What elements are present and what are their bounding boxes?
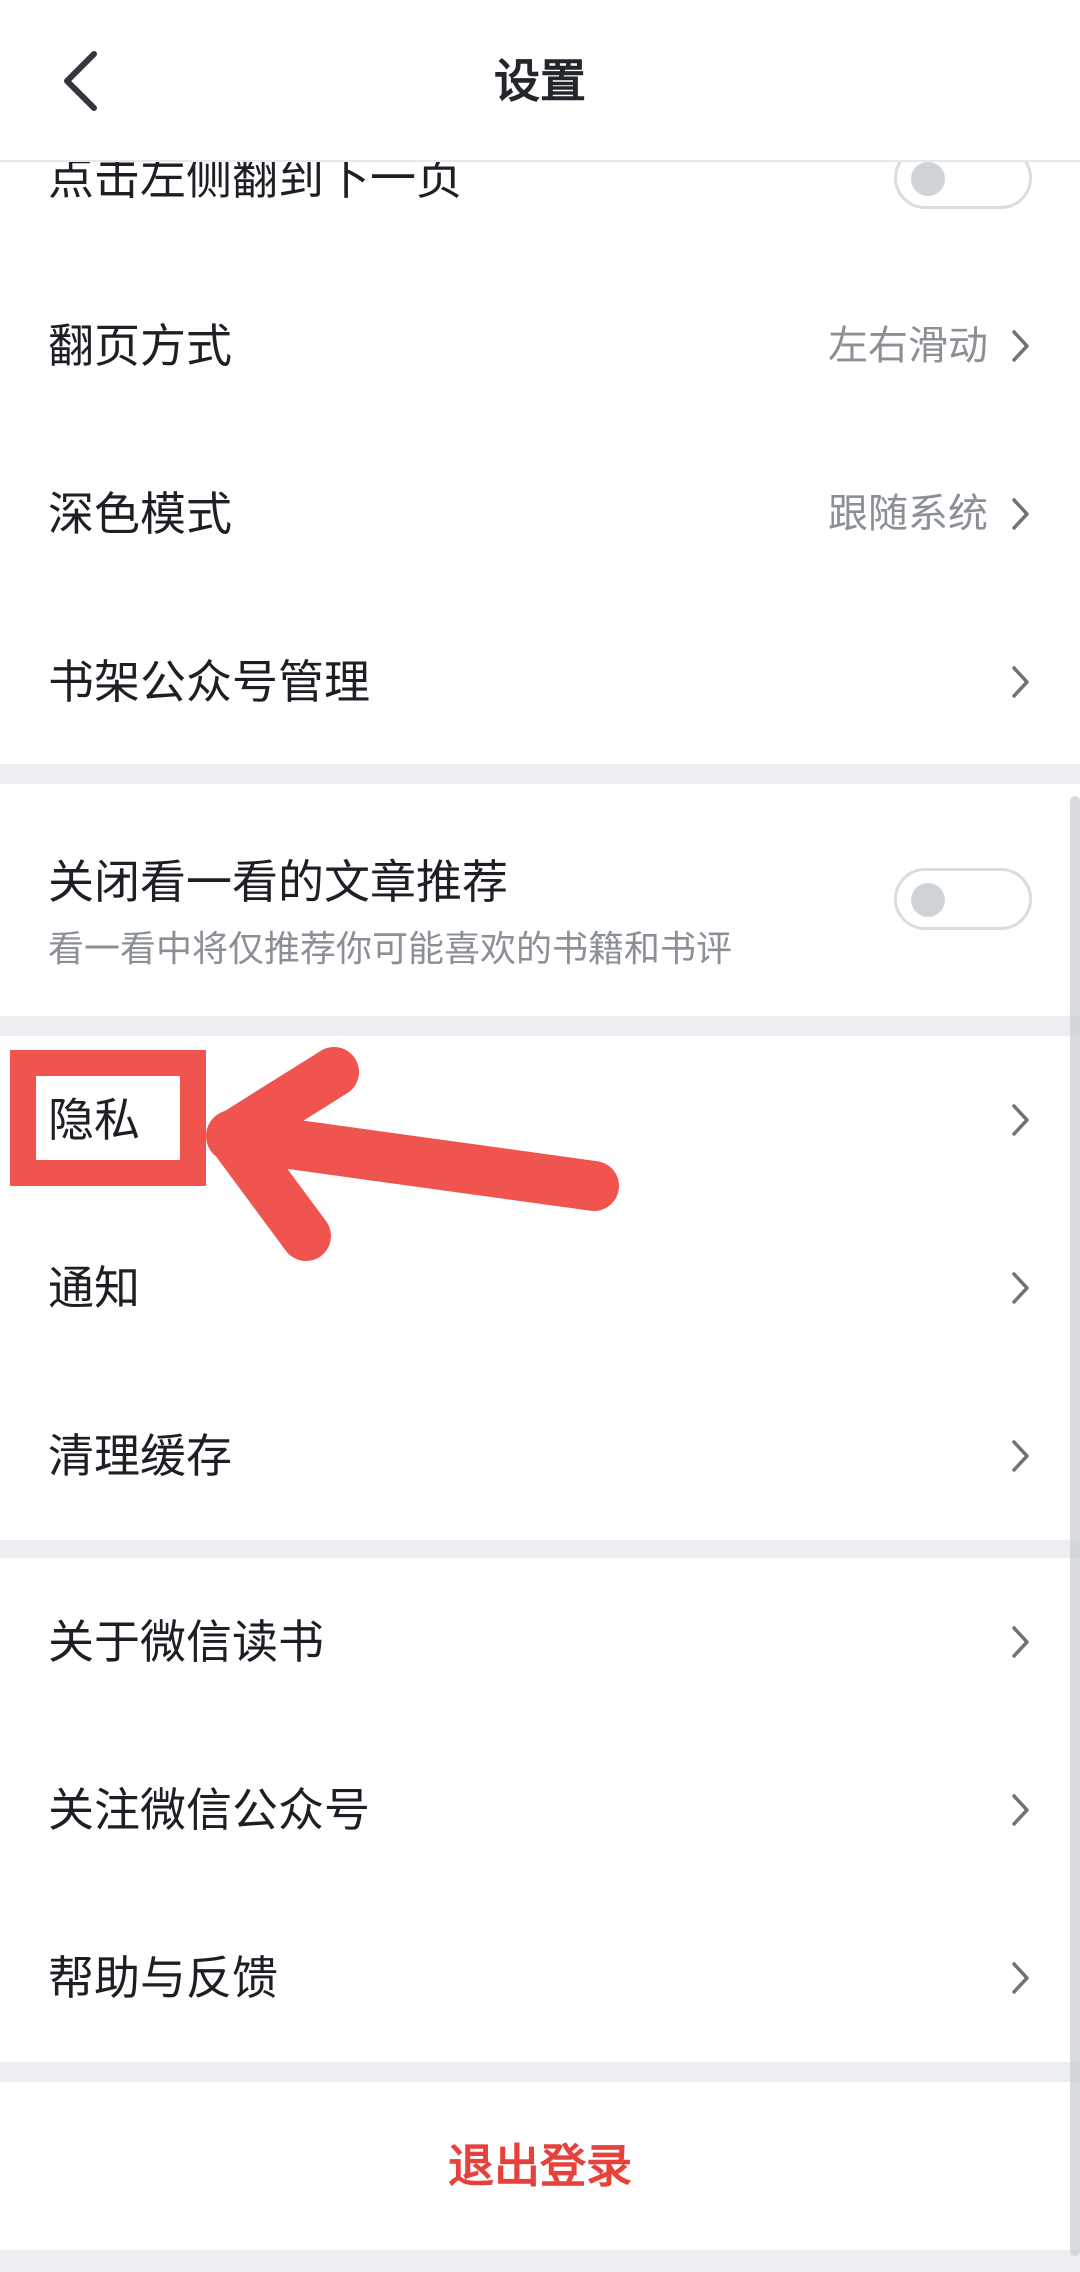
toggle-knob [911, 883, 945, 917]
row-label: 翻页方式 [48, 319, 232, 373]
row-label: 关注微信公众号 [48, 1783, 370, 1837]
settings-group-logout: 退出登录 [0, 2082, 1080, 2250]
row-notifications[interactable]: 通知 [0, 1204, 1080, 1372]
row-label: 书架公众号管理 [48, 655, 370, 709]
row-help-feedback[interactable]: 帮助与反馈 [0, 1894, 1080, 2062]
row-about-weread[interactable]: 关于微信读书 [0, 1558, 1080, 1726]
row-value: 左右滑动 [828, 323, 988, 369]
chevron-right-icon [1012, 1626, 1029, 1658]
row-label: 帮助与反馈 [48, 1951, 278, 2005]
chevron-right-icon [1012, 1440, 1029, 1472]
row-page-turn-mode[interactable]: 翻页方式 左右滑动 [0, 262, 1080, 430]
row-label: 关于微信读书 [48, 1615, 324, 1669]
settings-group-about: 关于微信读书 关注微信公众号 帮助与反馈 [0, 1558, 1080, 2062]
chevron-right-icon [1012, 1794, 1029, 1826]
row-label: 通知 [48, 1261, 140, 1315]
annotation-highlight-box [10, 1050, 206, 1186]
chevron-right-icon [1012, 666, 1029, 698]
logout-button[interactable]: 退出登录 [0, 2082, 1080, 2250]
chevron-right-icon [1012, 1272, 1029, 1304]
row-value: 跟随系统 [828, 491, 988, 537]
chevron-right-icon [1012, 1104, 1029, 1136]
recommend-title: 关闭看一看的文章推荐 [48, 855, 508, 909]
row-bookshelf-official-accounts[interactable]: 书架公众号管理 [0, 598, 1080, 766]
row-follow-official-account[interactable]: 关注微信公众号 [0, 1726, 1080, 1894]
row-label: 深色模式 [48, 487, 232, 541]
settings-group-recommend: 关闭看一看的文章推荐 看一看中将仅推荐你可能喜欢的书籍和书评 [0, 784, 1080, 1016]
chevron-right-icon [1012, 330, 1029, 362]
page-title: 设置 [494, 54, 586, 108]
chevron-right-icon [1012, 1962, 1029, 1994]
recommend-description: 看一看中将仅推荐你可能喜欢的书籍和书评 [48, 929, 733, 970]
row-dark-mode[interactable]: 深色模式 跟随系统 [0, 430, 1080, 598]
row-disable-article-recommend[interactable]: 关闭看一看的文章推荐 看一看中将仅推荐你可能喜欢的书籍和书评 [0, 784, 1080, 1016]
row-label: 清理缓存 [48, 1429, 232, 1483]
toggle-knob [911, 162, 945, 196]
recommend-toggle[interactable] [894, 868, 1032, 930]
scrollbar[interactable] [1070, 796, 1080, 2256]
navigation-bar: 设置 [0, 0, 1080, 162]
row-clear-cache[interactable]: 清理缓存 [0, 1372, 1080, 1540]
chevron-right-icon [1012, 498, 1029, 530]
